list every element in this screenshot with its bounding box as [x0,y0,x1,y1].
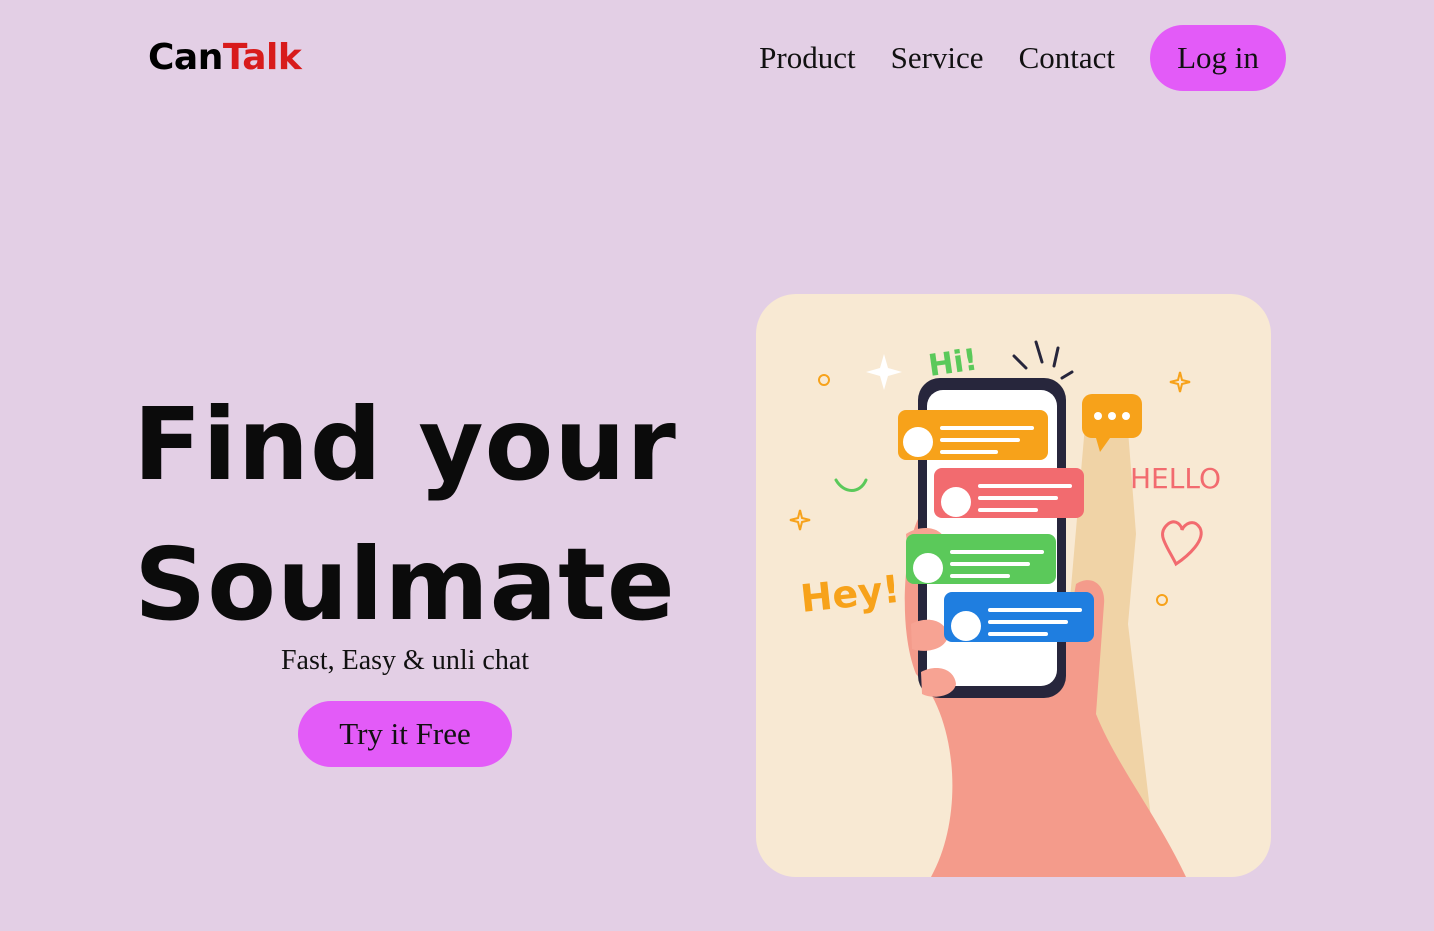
login-button[interactable]: Log in [1150,25,1286,91]
hero-title-line1: Find your [133,386,677,503]
chat-avatar [951,611,981,641]
top-nav: Product Service Contact Log in [759,25,1286,91]
nav-link-service[interactable]: Service [891,40,984,76]
sparkle-icon [1169,371,1191,393]
heart-icon [1161,520,1203,567]
phone-chat-illustration: Hi! Hey! HELLO [789,340,1221,877]
brand-logo[interactable]: CanTalk [148,36,302,80]
hero-illustration: Hi! Hey! HELLO [756,294,1271,877]
chat-avatar [941,487,971,517]
try-free-button[interactable]: Try it Free [298,701,512,767]
sparkle-icon [866,354,902,390]
hello-text: HELLO [1130,462,1221,495]
logo-part-can: Can [148,37,223,78]
hero-title: Find your Soulmate [120,375,690,655]
nav-link-contact[interactable]: Contact [1019,40,1115,76]
hey-text: Hey! [798,567,902,621]
hi-text: Hi! [926,342,979,383]
logo-part-talk: Talk [222,37,302,78]
sparkle-icon [789,509,811,531]
smiley-icon [834,478,868,492]
hero-title-line2: Soulmate [134,526,676,643]
hero-tagline: Fast, Easy & unli chat [280,645,530,676]
chat-avatar [913,553,943,583]
nav-link-product[interactable]: Product [759,40,855,76]
chat-avatar [903,427,933,457]
